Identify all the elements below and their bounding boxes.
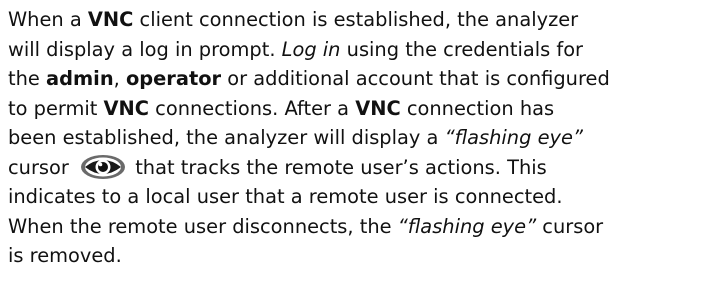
text-run: connection has xyxy=(400,96,555,120)
bold-term-admin: admin xyxy=(46,67,114,90)
text-run: , xyxy=(113,67,126,90)
text-run: to permit xyxy=(8,96,104,120)
text-run: When the remote user disconnects, the xyxy=(8,214,398,238)
bold-term-vnc: VNC xyxy=(87,8,134,31)
text-line-7: indicates to a local user that a remote … xyxy=(8,185,563,208)
text-run: When a xyxy=(8,8,88,31)
text-run: that tracks the remote user’s actions. T… xyxy=(129,155,547,179)
bold-term-vnc: VNC xyxy=(103,96,150,120)
text-line-4: to permit VNC connections. After a VNC c… xyxy=(8,94,723,124)
eye-icon xyxy=(81,154,126,179)
text-run: using the credentials for xyxy=(340,37,584,61)
body-paragraph: When a VNC client connection is establis… xyxy=(8,5,723,271)
italic-term-log-in: Log in xyxy=(281,37,341,61)
text-run: will display a log in prompt. xyxy=(8,37,282,61)
text-line-3: the admin, operator or additional accoun… xyxy=(8,64,723,94)
text-run: or additional account that is configured xyxy=(221,67,610,90)
text-line-2: will display a log in prompt. Log in usi… xyxy=(8,35,723,65)
text-line-1: When a VNC client connection is establis… xyxy=(8,5,723,35)
text-line-5: been established, the analyzer will disp… xyxy=(8,123,723,153)
text-line-9: is removed. xyxy=(8,244,122,267)
text-run: connections. After a xyxy=(149,96,356,120)
text-line-6: cursor that tracks the remote user’s act… xyxy=(8,153,723,183)
italic-term-flashing-eye: “flashing eye” xyxy=(444,126,583,149)
bold-term-vnc: VNC xyxy=(355,96,401,120)
text-run: been established, the analyzer will disp… xyxy=(8,126,445,149)
italic-term-flashing-eye: “flashing eye” xyxy=(397,214,537,238)
text-run: cursor xyxy=(536,214,604,238)
text-run: client connection is established, the an… xyxy=(133,8,579,31)
text-line-8: When the remote user disconnects, the “f… xyxy=(8,212,723,242)
bold-term-operator: operator xyxy=(125,67,222,90)
text-run: the xyxy=(8,67,46,90)
text-run: cursor xyxy=(8,155,76,179)
